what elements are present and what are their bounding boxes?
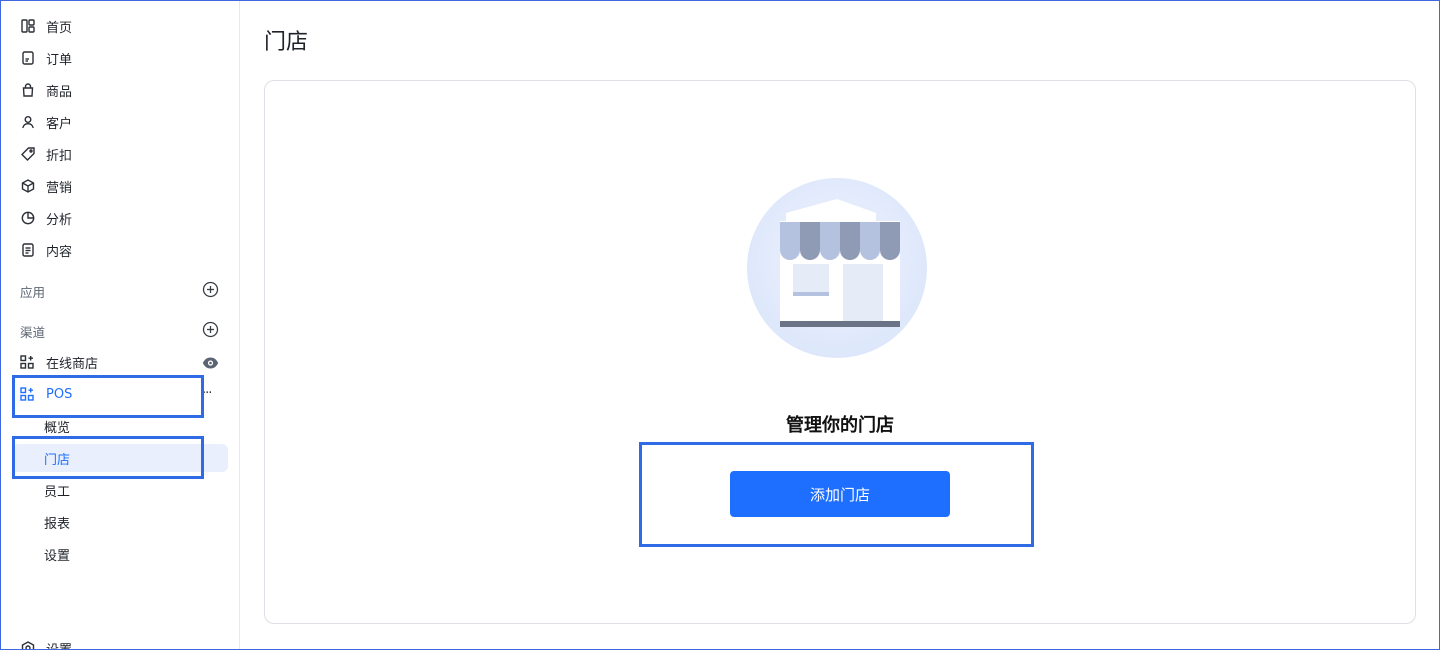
- sidebar-item-products[interactable]: 商品: [12, 76, 228, 104]
- pos-sub-reports[interactable]: 报表: [12, 508, 228, 536]
- channel-label: 在线商店: [46, 356, 99, 372]
- preview-eye-icon[interactable]: [202, 355, 219, 369]
- add-channel-icon[interactable]: [202, 321, 219, 338]
- sub-item-label: 员工: [44, 484, 71, 500]
- pos-more-button[interactable]: ···: [202, 386, 212, 401]
- shopping-bag-icon: [20, 82, 36, 98]
- channels-section-title: 渠道: [20, 325, 46, 340]
- pos-sub-stores[interactable]: 门店: [12, 444, 228, 472]
- sub-item-label: 设置: [44, 548, 71, 564]
- settings-gear-icon: [20, 640, 36, 650]
- pos-sub-overview[interactable]: 概览: [12, 412, 228, 440]
- pos-sub-staff[interactable]: 员工: [12, 476, 228, 504]
- person-icon: [20, 114, 36, 130]
- sidebar-item-label: 订单: [46, 52, 73, 68]
- tag-icon: [20, 146, 36, 162]
- content-document-icon: [20, 242, 36, 258]
- pos-sub-settings[interactable]: 设置: [12, 540, 228, 568]
- sidebar: 首页 订单 商品 客户 折扣 营销 分析 内容 应用 渠道 在线商店 POS ·…: [0, 0, 240, 650]
- sub-item-label: 报表: [44, 516, 71, 532]
- sidebar-item-label: 内容: [46, 244, 73, 260]
- sidebar-item-label: 折扣: [46, 148, 73, 164]
- page-title: 门店: [264, 30, 309, 55]
- sidebar-item-label: 首页: [46, 20, 73, 36]
- sidebar-item-label: 商品: [46, 84, 73, 100]
- sidebar-item-settings[interactable]: 设置: [12, 634, 228, 650]
- sidebar-item-label: 设置: [46, 642, 73, 650]
- sidebar-item-customers[interactable]: 客户: [12, 108, 228, 136]
- add-store-button[interactable]: 添加门店: [730, 471, 950, 517]
- empty-state-card: 管理你的门店 添加门店: [264, 80, 1416, 624]
- add-app-icon[interactable]: [202, 281, 219, 298]
- apps-grid-icon: [20, 354, 36, 370]
- channel-online-store[interactable]: 在线商店: [12, 348, 228, 376]
- sidebar-item-analytics[interactable]: 分析: [12, 204, 228, 232]
- empty-state-title: 管理你的门店: [786, 415, 894, 436]
- sidebar-item-content[interactable]: 内容: [12, 236, 228, 264]
- pie-chart-icon: [20, 210, 36, 226]
- home-grid-icon: [20, 18, 36, 34]
- sub-item-label: 概览: [44, 420, 71, 436]
- channel-label: POS: [46, 386, 73, 402]
- cube-icon: [20, 178, 36, 194]
- sidebar-item-marketing[interactable]: 营销: [12, 172, 228, 200]
- sidebar-item-orders[interactable]: 订单: [12, 44, 228, 72]
- sidebar-item-label: 分析: [46, 212, 73, 228]
- store-illustration: [746, 177, 928, 359]
- sub-item-label: 门店: [44, 452, 71, 468]
- sidebar-item-discounts[interactable]: 折扣: [12, 140, 228, 168]
- channel-pos[interactable]: POS: [12, 380, 228, 408]
- apps-section-title: 应用: [20, 285, 46, 300]
- sidebar-item-label: 营销: [46, 180, 73, 196]
- sidebar-item-label: 客户: [46, 116, 73, 132]
- order-document-icon: [20, 50, 36, 66]
- pos-grid-icon: [20, 386, 36, 402]
- sidebar-item-home[interactable]: 首页: [12, 12, 228, 40]
